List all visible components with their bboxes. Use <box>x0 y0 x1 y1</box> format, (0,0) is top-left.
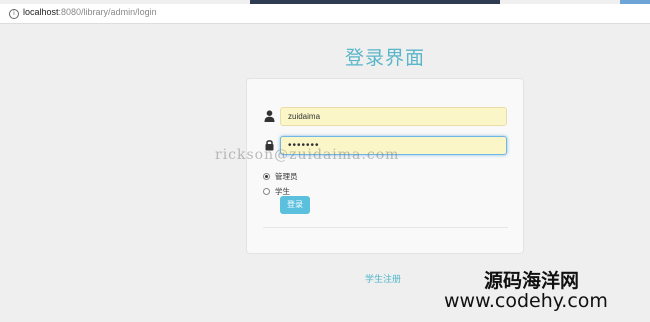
admin-radio-label[interactable]: 管理员 <box>275 171 298 182</box>
watermark-text: rickson@zuidaima.com <box>215 147 400 163</box>
url-text[interactable]: localhost:8080/library/admin/login <box>23 7 157 17</box>
page-title: 登录界面 <box>344 47 425 69</box>
panel-divider <box>263 227 508 228</box>
role-option-admin[interactable]: 管理员 <box>263 170 298 182</box>
student-register-link[interactable]: 学生注册 <box>365 272 401 285</box>
user-icon <box>264 110 275 122</box>
brand-url-watermark: www.codehy.com <box>444 290 608 312</box>
student-radio-label[interactable]: 学生 <box>275 186 290 197</box>
url-host: localhost <box>23 7 59 17</box>
login-button[interactable]: 登录 <box>280 196 310 214</box>
admin-radio[interactable] <box>263 172 270 180</box>
student-radio[interactable] <box>263 187 270 195</box>
address-bar[interactable]: i localhost:8080/library/admin/login <box>0 4 650 24</box>
info-icon[interactable]: i <box>9 9 19 19</box>
brand-name-watermark: 源码海洋网 <box>484 270 580 292</box>
username-input[interactable]: zuidaima <box>280 107 507 126</box>
url-path: :8080/library/admin/login <box>58 7 157 17</box>
